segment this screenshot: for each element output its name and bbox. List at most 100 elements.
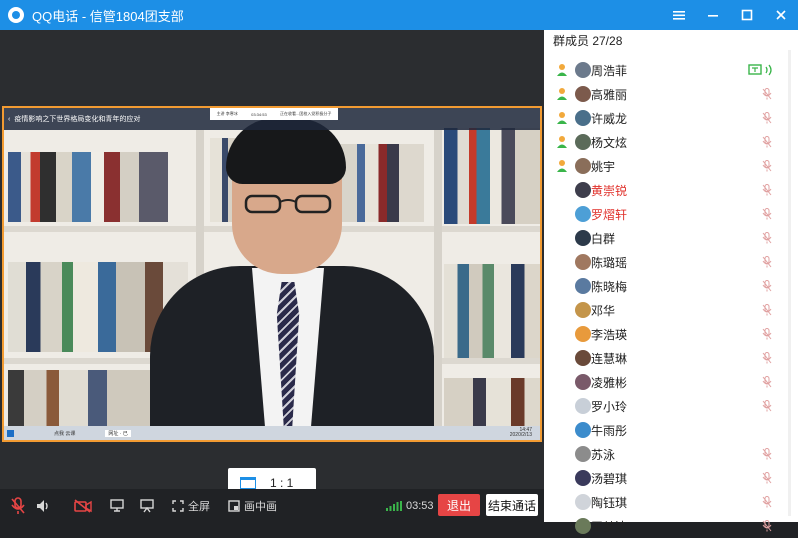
end-call-button[interactable]: 结束通话 — [486, 494, 538, 516]
member-row[interactable]: 陶钰琪 — [544, 490, 798, 514]
overlay-item: 正在收看...团校入党积极分子 — [279, 111, 332, 116]
mic-muted-icon — [762, 352, 772, 364]
video-stage: ‹ 疫情影响之下世界格局变化和青年的应对 主讲 李寒冰 03:34:53 正在收… — [0, 30, 544, 498]
overlay-item: 03:34:53 — [251, 111, 267, 117]
exit-button[interactable]: 退出 — [438, 494, 480, 516]
member-row[interactable]: 汤碧琪 — [544, 466, 798, 490]
close-icon — [776, 10, 786, 20]
admin-user-icon — [557, 64, 567, 76]
member-row[interactable]: 凌雅彬 — [544, 370, 798, 394]
avatar — [575, 230, 591, 246]
member-row[interactable]: 苏泳 — [544, 442, 798, 466]
member-name: 李浩瑛 — [591, 327, 628, 342]
close-button[interactable] — [764, 0, 798, 30]
avatar — [575, 86, 591, 102]
member-row[interactable]: 陈璐瑶 — [544, 250, 798, 274]
avatar — [575, 110, 591, 126]
share-screen-button[interactable] — [110, 489, 124, 522]
mic-muted-icon — [762, 184, 772, 196]
member-name: 高雅丽 — [591, 87, 628, 102]
mic-muted-icon — [762, 136, 772, 148]
member-row[interactable]: 罗熠轩 — [544, 202, 798, 226]
mic-muted-icon — [762, 400, 772, 412]
member-name: 汤碧琪 — [591, 471, 628, 486]
admin-user-icon — [557, 160, 567, 172]
member-row[interactable]: 周浩菲 — [544, 58, 798, 82]
avatar — [575, 254, 591, 270]
member-name: 姚宇 — [591, 159, 616, 174]
avatar — [575, 278, 591, 294]
member-row[interactable]: 杨文炫 — [544, 130, 798, 154]
call-toolbar: 全屏 画中画 03:53 退出 结束通话 — [0, 489, 544, 522]
signal-strength-icon — [386, 500, 402, 511]
member-row[interactable]: 王梦洁 — [544, 514, 798, 538]
presenter-icon — [140, 498, 154, 512]
window-ratio-icon — [240, 477, 256, 489]
avatar — [575, 470, 591, 486]
speaker-glasses — [244, 194, 332, 214]
member-name: 罗小玲 — [591, 399, 628, 414]
mic-muted-icon — [762, 160, 772, 172]
menu-icon — [673, 11, 685, 20]
mic-muted-icon — [762, 280, 772, 292]
start-icon — [7, 429, 14, 437]
avatar — [575, 350, 591, 366]
camera-off-icon — [74, 498, 92, 513]
share-screen-icon — [110, 499, 124, 512]
member-row[interactable]: 白群 — [544, 226, 798, 250]
picture-in-picture-button[interactable]: 画中画 — [228, 489, 277, 522]
member-name: 白群 — [591, 231, 616, 246]
avatar — [575, 326, 591, 342]
books-row — [444, 378, 540, 428]
member-name: 罗熠轩 — [591, 207, 628, 222]
member-name: 陈晓梅 — [591, 279, 628, 294]
fullscreen-button[interactable]: 全屏 — [172, 489, 210, 522]
member-row[interactable]: 黄崇锐 — [544, 178, 798, 202]
member-count-header: 群成员 27/28 — [553, 33, 623, 48]
speaker-video[interactable]: ‹ 疫情影响之下世界格局变化和青年的应对 主讲 李寒冰 03:34:53 正在收… — [2, 106, 542, 442]
admin-user-icon — [557, 136, 567, 148]
mic-muted-icon — [762, 328, 772, 340]
member-row[interactable]: 李浩瑛 — [544, 322, 798, 346]
member-row[interactable]: 陈晓梅 — [544, 274, 798, 298]
member-row[interactable]: 邓华 — [544, 298, 798, 322]
screen-sharing-icon — [748, 64, 772, 76]
member-name: 黄崇锐 — [591, 183, 628, 198]
books-row — [340, 144, 424, 222]
avatar — [575, 374, 591, 390]
member-row[interactable]: 高雅丽 — [544, 82, 798, 106]
member-name: 苏泳 — [591, 447, 616, 462]
title-bar: QQ电话 - 信管1804团支部 — [0, 0, 798, 30]
member-row[interactable]: 罗小玲 — [544, 394, 798, 418]
member-scrollbar[interactable] — [785, 50, 794, 516]
member-name: 周浩菲 — [591, 63, 628, 78]
avatar — [575, 302, 591, 318]
mic-muted-icon — [762, 448, 772, 460]
member-row[interactable]: 姚宇 — [544, 154, 798, 178]
avatar — [575, 518, 591, 534]
stream-info-overlay: 主讲 李寒冰 03:34:53 正在收看...团校入党积极分子 — [210, 108, 338, 120]
minimize-button[interactable] — [696, 0, 730, 30]
member-name: 许威龙 — [591, 111, 628, 126]
shared-screen-taskbar: 点我 云课 网址 · 已 14:47 2020/2/13 — [4, 426, 540, 440]
speaker-button[interactable] — [36, 489, 50, 522]
fullscreen-icon — [172, 499, 184, 512]
member-name: 杨文炫 — [591, 135, 628, 150]
member-row[interactable]: 牛雨彤 — [544, 418, 798, 442]
mic-muted-icon — [762, 88, 772, 100]
member-name: 陈璐瑶 — [591, 255, 628, 270]
member-row[interactable]: 连慧琳 — [544, 346, 798, 370]
window-menu-button[interactable] — [662, 0, 696, 30]
camera-button[interactable] — [74, 489, 92, 522]
taskbar-date: 2020/2/13 — [509, 432, 532, 438]
avatar — [575, 494, 591, 510]
mute-mic-button[interactable] — [10, 489, 26, 522]
books-row — [8, 370, 168, 428]
mic-muted-icon — [762, 208, 772, 220]
member-row[interactable]: 许威龙 — [544, 106, 798, 130]
avatar — [575, 422, 591, 438]
avatar — [575, 182, 591, 198]
slide-title: 疫情影响之下世界格局变化和青年的应对 — [14, 116, 141, 123]
maximize-button[interactable] — [730, 0, 764, 30]
whiteboard-button[interactable] — [140, 489, 154, 522]
